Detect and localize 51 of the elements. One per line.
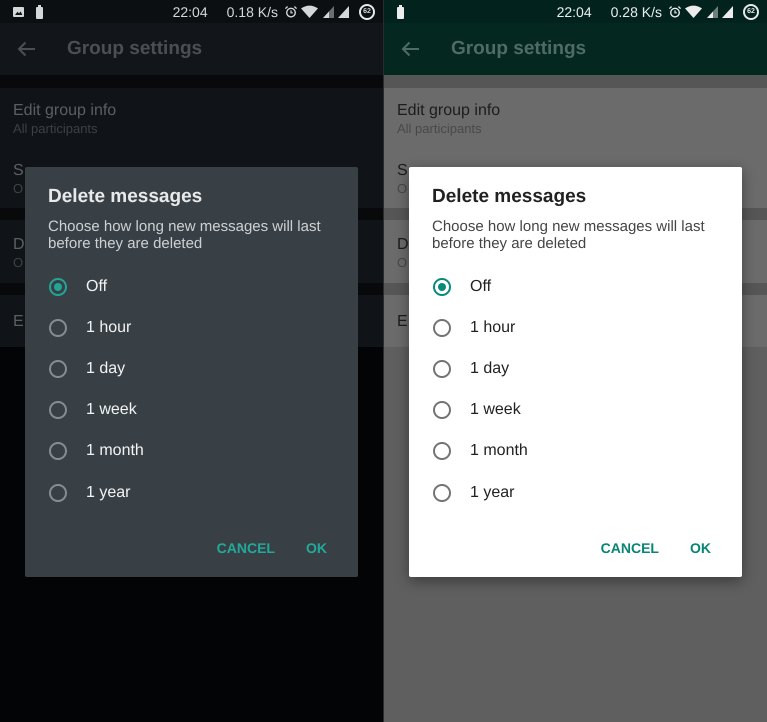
alarm-clock-icon [669, 6, 681, 18]
radio-button[interactable] [49, 442, 67, 460]
dialog-button[interactable]: CANCEL [592, 530, 667, 566]
radio-button[interactable] [433, 484, 451, 502]
radio-button[interactable] [49, 360, 67, 378]
radio-button[interactable] [433, 442, 451, 460]
radio-option[interactable]: 1 week [25, 390, 358, 431]
wifi-icon [685, 5, 702, 18]
radio-option[interactable]: Off [25, 266, 358, 308]
signal-icon [323, 6, 334, 18]
signal-icon [722, 6, 733, 18]
network-speed: 0.28 K/s [610, 4, 662, 20]
radio-option[interactable]: Off [409, 266, 742, 308]
radio-button[interactable] [433, 318, 451, 337]
radio-option[interactable]: 1 day [409, 348, 742, 390]
radio-button[interactable] [49, 318, 67, 337]
radio-button[interactable] [49, 278, 67, 296]
image-icon [13, 6, 24, 16]
radio-button[interactable] [49, 401, 67, 420]
radio-option[interactable]: 1 hour [25, 307, 358, 348]
battery-icon [36, 4, 43, 18]
radio-button[interactable] [433, 360, 451, 378]
signal-icon [707, 6, 718, 18]
dialog-title: Delete messages [431, 185, 588, 209]
radio-button[interactable] [49, 484, 67, 502]
dialog-button[interactable]: OK [298, 530, 335, 566]
dialog-title: Delete messages [47, 185, 204, 209]
dialog-description: Choose how long new messages will last before they are deleted [432, 218, 706, 252]
clock-time: 22:04 [172, 4, 208, 20]
dialog-description: Choose how long new messages will last before they are deleted [48, 218, 322, 252]
screen-title: Group settings [451, 37, 586, 61]
dialog-button[interactable]: OK [682, 530, 719, 566]
radio-option[interactable]: 1 hour [409, 307, 742, 348]
back-arrow-icon[interactable] [401, 41, 420, 57]
radio-button[interactable] [433, 278, 451, 296]
signal-icon [338, 6, 349, 18]
radio-option[interactable]: 1 year [409, 472, 742, 514]
radio-option[interactable]: 1 day [25, 348, 358, 390]
battery-icon [397, 4, 404, 18]
radio-option[interactable]: 1 month [409, 430, 742, 472]
alarm-clock-icon [285, 6, 297, 18]
radio-option[interactable]: 1 month [25, 430, 358, 472]
wifi-icon [301, 5, 318, 18]
network-speed: 0.18 K/s [226, 4, 278, 20]
radio-option[interactable]: 1 week [409, 390, 742, 431]
clock-time: 22:04 [556, 4, 592, 20]
radio-button[interactable] [433, 401, 451, 420]
back-arrow-icon[interactable] [17, 41, 36, 57]
radio-option[interactable]: 1 year [25, 472, 358, 514]
screen-title: Group settings [67, 37, 202, 61]
dialog-button[interactable]: CANCEL [208, 530, 283, 566]
